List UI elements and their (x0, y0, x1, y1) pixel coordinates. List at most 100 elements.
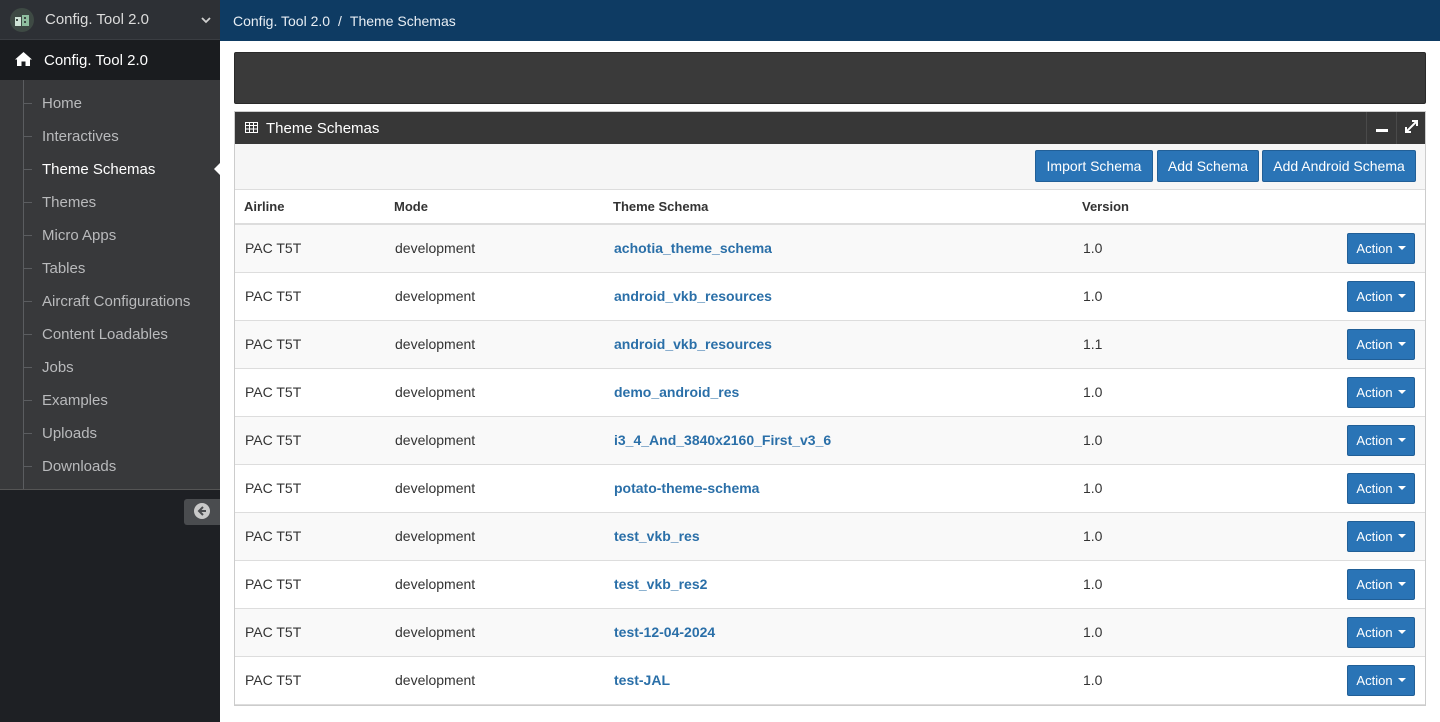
action-dropdown-button[interactable]: Action (1347, 520, 1415, 552)
schema-link[interactable]: android_vkb_resources (614, 288, 772, 304)
cell-action: Action (1273, 320, 1425, 369)
action-dropdown-button[interactable]: Action (1347, 424, 1415, 456)
cell-airline: PAC T5T (235, 608, 385, 657)
cell-airline: PAC T5T (235, 416, 385, 465)
column-header-theme-schema[interactable]: Theme Schema (604, 190, 1073, 225)
cell-version: 1.0 (1073, 512, 1273, 561)
caret-down-icon (1397, 246, 1406, 251)
schema-link[interactable]: test_vkb_res (614, 528, 700, 544)
sidebar-item-jobs[interactable]: Jobs (0, 351, 220, 384)
cell-action: Action (1273, 656, 1425, 705)
theme-schemas-table: Airline Mode Theme Schema Version PAC T5… (235, 190, 1425, 705)
table-row: PAC T5T development i3_4_And_3840x2160_Fir… (235, 416, 1425, 465)
cell-theme-schema: test_vkb_res (604, 512, 1073, 561)
caret-down-icon (1397, 678, 1406, 682)
schema-link[interactable]: i3_4_And_3840x2160_First_v3_6 (614, 432, 831, 448)
schema-link[interactable]: test-12-04-2024 (614, 624, 715, 640)
caret-down-icon (1397, 534, 1406, 538)
add-android-schema-button[interactable]: Add Android Schema (1262, 150, 1416, 182)
cell-action: Action (1273, 512, 1425, 561)
cell-mode: development (385, 368, 604, 417)
action-dropdown-button[interactable]: Action (1347, 376, 1415, 408)
app-logo-icon (10, 7, 34, 32)
cell-version: 1.1 (1073, 320, 1273, 369)
schema-link[interactable]: test_vkb_res2 (614, 576, 707, 592)
sidebar-item-examples[interactable]: Examples (0, 384, 220, 417)
schema-link[interactable]: android_vkb_resources (614, 336, 772, 352)
cell-action: Action (1273, 272, 1425, 321)
cell-mode: development (385, 512, 604, 561)
cell-action: Action (1273, 560, 1425, 609)
sidebar-item-content-loadables[interactable]: Content Loadables (0, 318, 220, 351)
action-dropdown-button[interactable]: Action (1347, 232, 1415, 264)
panel-header: Theme Schemas (235, 112, 1425, 144)
sidebar-item-themes[interactable]: Themes (0, 186, 220, 219)
action-button-label: Action (1356, 432, 1393, 448)
caret-down-icon (1397, 390, 1406, 394)
app-switcher[interactable]: Config. Tool 2.0 (0, 0, 220, 40)
sidebar-nav: Home Interactives Theme Schemas Themes M… (0, 80, 220, 490)
cell-theme-schema: android_vkb_resources (604, 320, 1073, 369)
table-row: PAC T5T development test-JAL 1.0 Action (235, 656, 1425, 705)
sidebar-item-micro-apps[interactable]: Micro Apps (0, 219, 220, 252)
cell-version: 1.0 (1073, 608, 1273, 657)
action-dropdown-button[interactable]: Action (1347, 568, 1415, 600)
panel-fullscreen-button[interactable] (1396, 112, 1426, 144)
panel-minimize-button[interactable] (1366, 112, 1396, 144)
arrow-left-circle-icon (193, 502, 211, 523)
schema-link[interactable]: test-JAL (614, 672, 670, 688)
action-button-label: Action (1356, 624, 1393, 640)
action-button-label: Action (1356, 672, 1393, 688)
action-dropdown-button[interactable]: Action (1347, 328, 1415, 360)
app-name: Config. Tool 2.0 (45, 11, 149, 28)
add-schema-button[interactable]: Add Schema (1157, 150, 1259, 182)
cell-airline: PAC T5T (235, 320, 385, 369)
cell-action: Action (1273, 608, 1425, 657)
chevron-down-icon[interactable] (200, 13, 212, 29)
schema-link[interactable]: achotia_theme_schema (614, 240, 772, 256)
sidebar-item-interactives[interactable]: Interactives (0, 120, 220, 153)
column-header-actions (1273, 190, 1425, 225)
action-dropdown-button[interactable]: Action (1347, 664, 1415, 696)
expand-icon (1405, 119, 1418, 137)
table-row: PAC T5T development achotia_theme_schema 1.… (235, 224, 1425, 273)
sidebar-home-label: Config. Tool 2.0 (44, 51, 148, 69)
column-header-version[interactable]: Version (1073, 190, 1273, 225)
action-dropdown-button[interactable]: Action (1347, 280, 1415, 312)
sidebar-item-downloads[interactable]: Downloads (0, 450, 220, 483)
sidebar-item-theme-schemas[interactable]: Theme Schemas (0, 153, 220, 186)
table-row: PAC T5T development potato-theme-schema 1.0… (235, 464, 1425, 513)
column-header-mode[interactable]: Mode (385, 190, 604, 225)
table-row: PAC T5T development android_vkb_resources 1… (235, 320, 1425, 369)
theme-schemas-panel: Theme Schemas Import Schema Add Schema A… (234, 111, 1426, 706)
cell-theme-schema: android_vkb_resources (604, 272, 1073, 321)
sidebar: Config. Tool 2.0 Config. Tool 2.0 Home I… (0, 0, 220, 722)
sidebar-item-uploads[interactable]: Uploads (0, 417, 220, 450)
sidebar-collapse-button[interactable] (184, 499, 220, 525)
action-dropdown-button[interactable]: Action (1347, 616, 1415, 648)
breadcrumb-current: Theme Schemas (349, 12, 456, 29)
import-schema-button[interactable]: Import Schema (1035, 150, 1153, 182)
cell-theme-schema: potato-theme-schema (604, 464, 1073, 513)
cell-airline: PAC T5T (235, 224, 385, 273)
cell-mode: development (385, 272, 604, 321)
action-dropdown-button[interactable]: Action (1347, 472, 1415, 504)
cell-version: 1.0 (1073, 224, 1273, 273)
breadcrumb-root[interactable]: Config. Tool 2.0 (233, 13, 330, 29)
schema-link[interactable]: demo_android_res (614, 384, 739, 400)
cell-version: 1.0 (1073, 272, 1273, 321)
page-banner (234, 52, 1426, 104)
sidebar-home-link[interactable]: Config. Tool 2.0 (0, 40, 220, 80)
cell-action: Action (1273, 464, 1425, 513)
caret-down-icon (1397, 438, 1406, 442)
column-header-airline[interactable]: Airline (235, 190, 385, 225)
sidebar-item-aircraft-configurations[interactable]: Aircraft Configurations (0, 285, 220, 318)
sidebar-item-home[interactable]: Home (0, 87, 220, 120)
cell-airline: PAC T5T (235, 272, 385, 321)
home-icon (14, 51, 33, 70)
cell-airline: PAC T5T (235, 368, 385, 417)
sidebar-item-tables[interactable]: Tables (0, 252, 220, 285)
caret-down-icon (1397, 630, 1406, 634)
schema-link[interactable]: potato-theme-schema (614, 480, 759, 496)
table-row: PAC T5T development test_vkb_res 1.0 Action (235, 512, 1425, 561)
